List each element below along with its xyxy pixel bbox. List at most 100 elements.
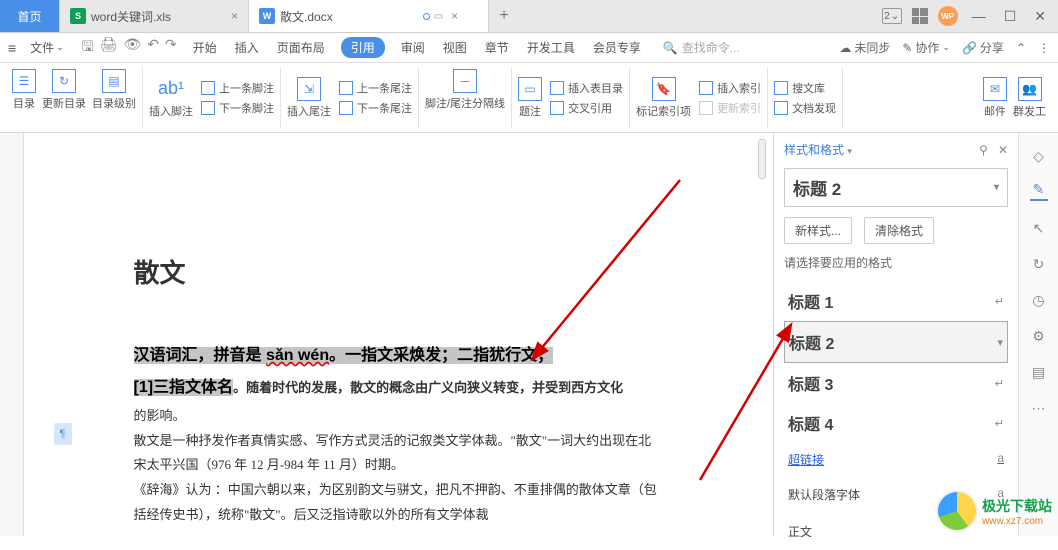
mass-send-button[interactable]: 👥群发工	[1013, 77, 1046, 119]
cross-ref[interactable]: 交叉引用	[550, 100, 623, 116]
prev-footnote[interactable]: 上一条脚注	[201, 80, 274, 96]
ribbon-footnote-group: ab¹插入脚注 上一条脚注 下一条脚注	[143, 67, 281, 128]
search-icon: 🔍	[663, 41, 678, 55]
search-lib[interactable]: 搜文库	[774, 80, 836, 96]
pinyin-underline: sǎn wén	[266, 347, 329, 364]
update-index[interactable]: 更新索引	[699, 100, 761, 116]
mark-index-button[interactable]: 🔖标记索引项	[636, 77, 691, 119]
sidebar-more-icon[interactable]: ⋯	[1030, 399, 1048, 417]
menu-start[interactable]: 开始	[191, 37, 219, 58]
insert-endnote-button[interactable]: ⇲插入尾注	[287, 77, 331, 119]
insert-index[interactable]: 插入索引	[699, 80, 761, 96]
modified-indicator-icon	[423, 13, 430, 20]
current-style-select[interactable]: 标题 2▾	[784, 168, 1008, 207]
watermark-logo-icon	[938, 492, 976, 530]
menu-chapter[interactable]: 章节	[483, 37, 511, 58]
style-hyperlink[interactable]: 超链接a	[784, 443, 1008, 476]
qa-print-icon[interactable]: 🖨	[100, 36, 118, 60]
doc-heading-1[interactable]: 散文	[134, 253, 664, 290]
close-panel-icon[interactable]: ✕	[998, 143, 1008, 157]
cloud-icon: ☁	[839, 41, 851, 55]
document-area[interactable]: ¶ 散文 汉语词汇，拼音是 sǎn wén。一指文采焕发；二指犹行文； [1]三…	[24, 133, 773, 536]
menu-bar: ≡ 文件⌄ 🖫 🖨 👁 ↶ ↷ 开始 插入 页面布局 引用 审阅 视图 章节 开…	[0, 33, 1058, 63]
badge-icon[interactable]: 2⌄	[882, 8, 902, 24]
pin-icon[interactable]: ⚲	[979, 143, 988, 157]
ribbon-caption-group: ▭题注 插入表目录 交叉引用	[512, 67, 630, 128]
ruler-vertical[interactable]	[0, 133, 24, 536]
ribbon-separator-group: ─脚注/尾注分隔线	[419, 67, 512, 128]
selected-paragraph[interactable]: 汉语词汇，拼音是 sǎn wén。一指文采焕发；二指犹行文； [1]三指文体名。…	[134, 340, 664, 404]
menu-layout[interactable]: 页面布局	[275, 37, 327, 58]
xls-icon: S	[70, 8, 86, 24]
ribbon-toc-group: ☰目录 ↻更新目录 ▤目录级别	[6, 67, 143, 128]
watermark-url: www.xz7.com	[982, 516, 1052, 527]
titlebar-right: 2⌄ WP — ☐ ✕	[882, 0, 1058, 32]
collab-button[interactable]: ✎协作⌄	[902, 39, 950, 56]
menu-view[interactable]: 视图	[441, 37, 469, 58]
mini-icon: ▭	[434, 11, 443, 22]
sidebar-refresh-icon[interactable]: ↻	[1030, 255, 1048, 273]
share-button[interactable]: 🔗分享	[962, 39, 1004, 56]
style-heading-1[interactable]: 标题 1↵	[784, 281, 1008, 321]
ribbon-endnote-group: ⇲插入尾注 上一条尾注 下一条尾注	[281, 67, 419, 128]
maximize-icon[interactable]: ☐	[1000, 8, 1021, 25]
prev-endnote[interactable]: 上一条尾注	[339, 80, 412, 96]
avatar[interactable]: WP	[938, 6, 958, 26]
style-heading-2[interactable]: 标题 2▾	[784, 321, 1008, 363]
scrollbar-vertical[interactable]	[758, 139, 766, 179]
mail-button[interactable]: ✉邮件	[983, 77, 1007, 119]
sidebar-book-icon[interactable]: ▤	[1030, 363, 1048, 381]
grid-icon[interactable]	[912, 8, 928, 24]
sidebar-pencil-icon[interactable]: ✎	[1030, 183, 1048, 201]
toc-level-button[interactable]: ▤目录级别	[92, 69, 136, 111]
menu-review[interactable]: 审阅	[399, 37, 427, 58]
qa-redo-icon[interactable]: ↷	[165, 36, 177, 60]
hamburger-icon[interactable]: ≡	[8, 40, 16, 56]
caption-button[interactable]: ▭题注	[518, 77, 542, 119]
collapse-ribbon-icon[interactable]: ⌃	[1016, 41, 1026, 55]
doc-discover[interactable]: 文档发现	[774, 100, 836, 116]
tab-home[interactable]: 首页	[0, 0, 60, 32]
workspace: ¶ 散文 汉语词汇，拼音是 sǎn wén。一指文采焕发；二指犹行文； [1]三…	[0, 133, 1018, 536]
sidebar-rocket-icon[interactable]: ◇	[1030, 147, 1048, 165]
menu-references[interactable]: 引用	[341, 37, 385, 58]
minimize-icon[interactable]: —	[968, 8, 990, 24]
insert-footnote-button[interactable]: ab¹插入脚注	[149, 77, 193, 119]
qa-save-icon[interactable]: 🖫	[82, 36, 94, 60]
menu-dev[interactable]: 开发工具	[525, 37, 577, 58]
menu-file[interactable]: 文件⌄	[30, 39, 64, 56]
body-paragraph-2[interactable]: 散文是一种抒发作者真情实感、写作方式灵活的记叙类文学体裁。"散文"一词大约出现在…	[134, 429, 664, 478]
qa-undo-icon[interactable]: ↶	[147, 36, 159, 60]
sidebar-clock-icon[interactable]: ◷	[1030, 291, 1048, 309]
separator-button[interactable]: ─脚注/尾注分隔线	[425, 69, 505, 111]
close-icon[interactable]: ×	[451, 9, 458, 23]
update-toc-button[interactable]: ↻更新目录	[42, 69, 86, 111]
menu-insert[interactable]: 插入	[233, 37, 261, 58]
apply-hint-label: 请选择要应用的格式	[784, 254, 1008, 271]
insert-toc2[interactable]: 插入表目录	[550, 80, 623, 96]
menu-member[interactable]: 会员专享	[591, 37, 643, 58]
clear-format-button[interactable]: 清除格式	[864, 217, 934, 244]
tab-excel[interactable]: S word关键词.xls ×	[60, 0, 249, 32]
sidebar-pointer-icon[interactable]: ↖	[1030, 219, 1048, 237]
close-window-icon[interactable]: ✕	[1030, 8, 1050, 25]
close-icon[interactable]: ×	[231, 9, 238, 23]
ribbon: ☰目录 ↻更新目录 ▤目录级别 ab¹插入脚注 上一条脚注 下一条脚注 ⇲插入尾…	[0, 63, 1058, 133]
sync-status[interactable]: ☁未同步	[839, 39, 890, 56]
tab-label: word关键词.xls	[91, 8, 171, 25]
sidebar-gear-icon[interactable]: ⚙	[1030, 327, 1048, 345]
toc-button[interactable]: ☰目录	[12, 69, 36, 111]
more-icon[interactable]: ⋮	[1038, 41, 1050, 55]
body-paragraph-3[interactable]: 《辞海》认为 ：中国六朝以来，为区别韵文与骈文，把凡不押韵、不重排偶的散体文章（…	[134, 478, 664, 527]
new-tab-button[interactable]: +	[489, 0, 519, 32]
qa-preview-icon[interactable]: 👁	[123, 36, 141, 60]
next-endnote[interactable]: 下一条尾注	[339, 100, 412, 116]
style-heading-3[interactable]: 标题 3↵	[784, 363, 1008, 403]
next-footnote[interactable]: 下一条脚注	[201, 100, 274, 116]
paragraph-marker-icon[interactable]: ¶	[54, 423, 72, 445]
tab-doc-active[interactable]: W 散文.docx ▭ ×	[249, 0, 489, 32]
new-style-button[interactable]: 新样式...	[784, 217, 852, 244]
body-line[interactable]: 的影响。	[134, 404, 664, 429]
style-heading-4[interactable]: 标题 4↵	[784, 403, 1008, 443]
command-search[interactable]: 🔍 查找命令...	[663, 39, 740, 56]
